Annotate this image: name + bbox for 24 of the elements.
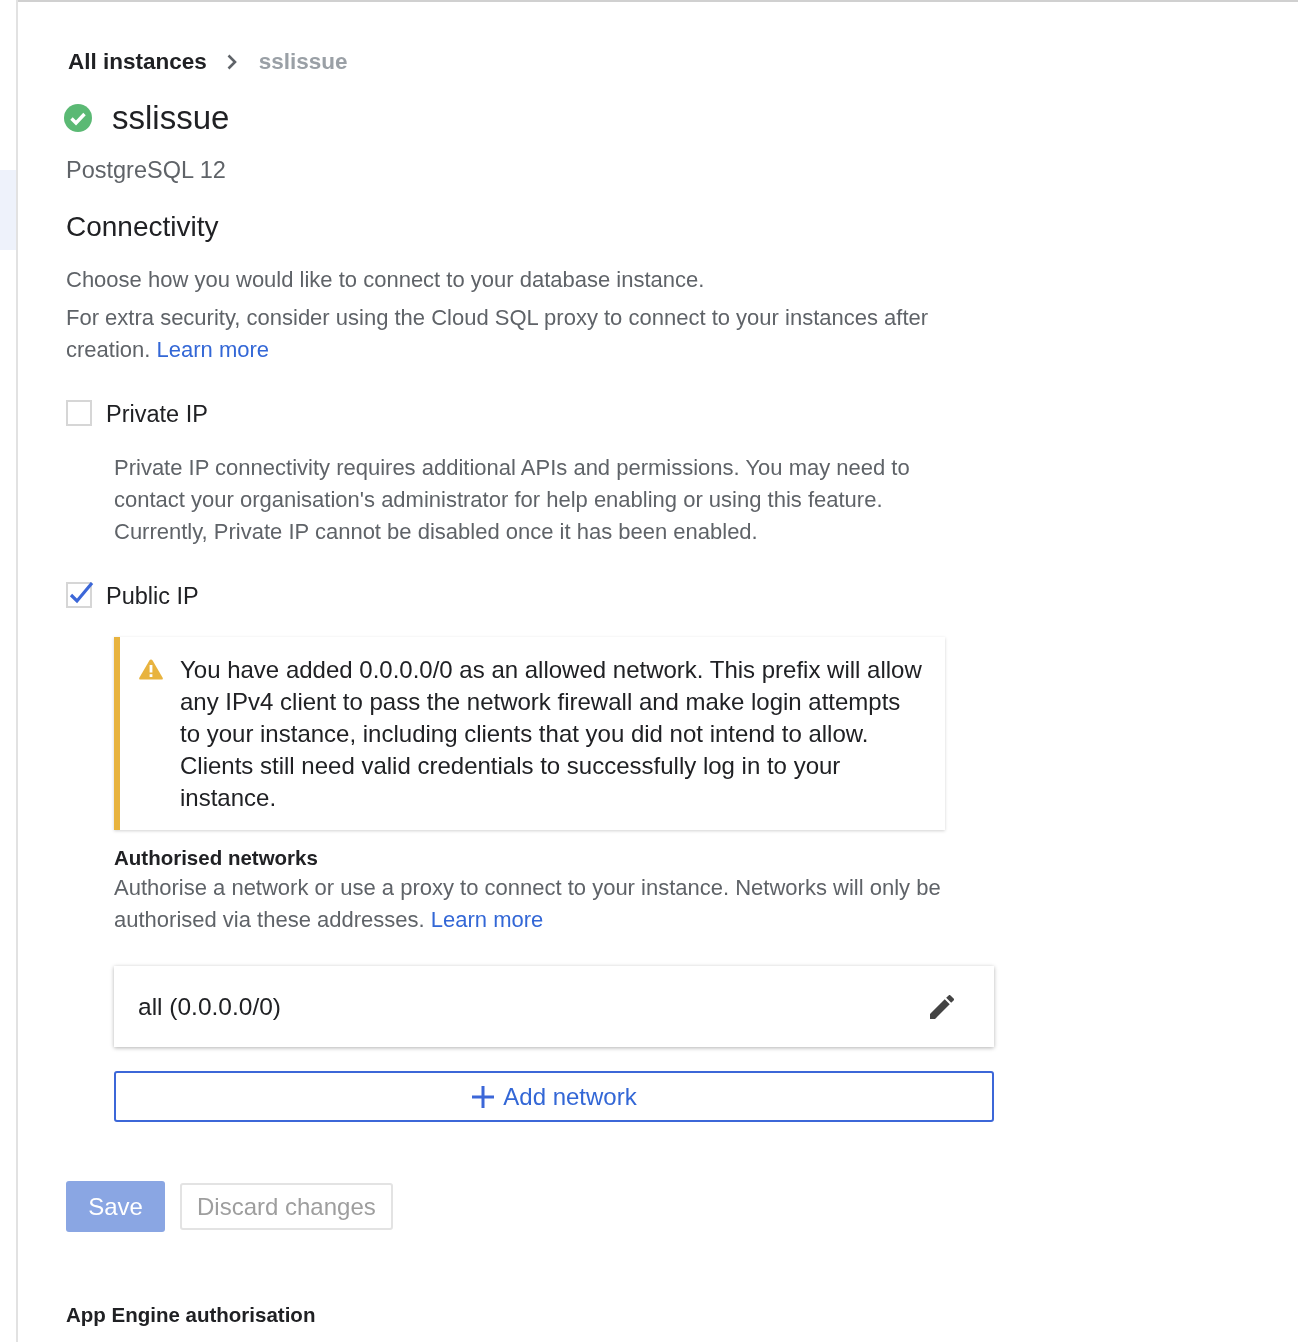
database-version: PostgreSQL 12: [66, 156, 227, 184]
instance-name: sslissue: [112, 99, 230, 137]
authorised-networks-text: Authorise a network or use a proxy to connect to your instance. Networks will only be authorised via these addresses. Learn more: [114, 874, 942, 934]
chevron-right-icon: [226, 54, 237, 70]
checkbox[interactable]: [66, 580, 94, 608]
warning-text: You have added 0.0.0.0/0 as an allowed network. This prefix will allow any IPv4 client to pass the network firewall and make login attempts to your instance, including clients that you did not intend to allow. Clients still need valid credentials to successfully log in to your instance.: [180, 655, 923, 813]
plus-icon: [471, 1084, 496, 1109]
network-name: all (0.0.0.0/0): [138, 992, 281, 1021]
warning-icon: [138, 658, 164, 681]
learn-more-link[interactable]: Learn more: [156, 337, 269, 362]
checkbox[interactable]: [66, 398, 94, 426]
option-label: Private IP: [106, 400, 208, 428]
option-label: Public IP: [106, 582, 199, 610]
pencil-icon[interactable]: [930, 994, 954, 1019]
learn-more-link[interactable]: Learn more: [430, 907, 544, 932]
breadcrumb-current: sslissue: [258, 49, 348, 75]
breadcrumb-link[interactable]: All instances: [68, 49, 207, 75]
authorised-networks-title: Authorised networks: [114, 845, 319, 871]
section-title: App Engine authorisation: [66, 1302, 317, 1328]
option-description: Private IP connectivity requires additional APIs and permissions. You may need to contact your organisation's administrator for help enabling or using this feature. Currently, Private IP cannot be disabled once it has been enabled.: [114, 454, 911, 546]
security-note: For extra security, consider using the Cloud SQL proxy to connect to your instances after creation. Learn more: [66, 304, 930, 364]
intro-text: Choose how you would like to connect to your database instance.: [66, 266, 706, 294]
section-title: Connectivity: [66, 211, 220, 243]
add-network-button[interactable]: Add network: [114, 1071, 994, 1122]
